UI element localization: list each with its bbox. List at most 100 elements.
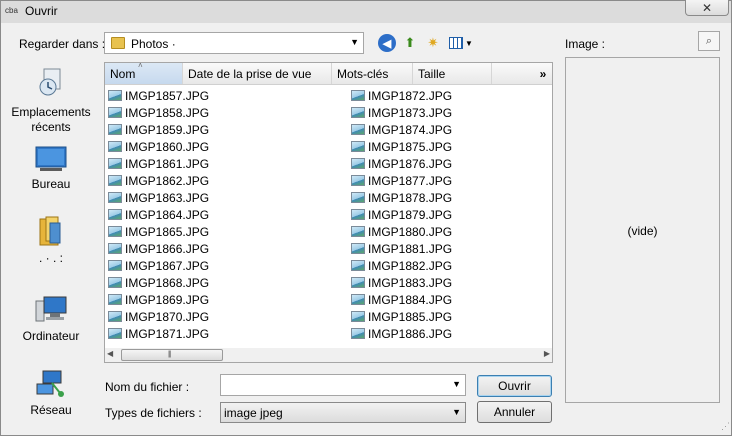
file-name: IMGP1858.JPG [125, 105, 210, 120]
cancel-button[interactable]: Annuler [477, 401, 552, 423]
image-file-icon [351, 328, 365, 339]
file-item[interactable]: IMGP1873.JPG [351, 104, 452, 121]
image-file-icon [351, 90, 365, 101]
scroll-left-icon[interactable]: ◀ [107, 349, 113, 358]
file-item[interactable]: IMGP1881.JPG [351, 240, 452, 257]
file-item[interactable]: IMGP1886.JPG [351, 325, 452, 342]
file-item[interactable]: IMGP1878.JPG [351, 189, 452, 206]
back-arrow-icon: ◀ [382, 37, 392, 50]
resize-grip-icon[interactable]: ⋰ [721, 421, 730, 432]
close-icon: ✕ [701, 0, 713, 15]
file-item[interactable]: IMGP1870.JPG [108, 308, 209, 325]
up-folder-icon: ⬆ [404, 35, 416, 50]
image-file-icon [108, 226, 122, 237]
file-item[interactable]: IMGP1868.JPG [108, 274, 209, 291]
file-item[interactable]: IMGP1877.JPG [351, 172, 452, 189]
file-item[interactable]: IMGP1858.JPG [108, 104, 209, 121]
file-name: IMGP1875.JPG [368, 139, 453, 154]
filetype-select[interactable]: image jpeg ▼ [220, 402, 466, 423]
image-file-icon [351, 124, 365, 135]
scrollbar-thumb[interactable]: ||| [121, 349, 223, 361]
file-item[interactable]: IMGP1871.JPG [108, 325, 209, 342]
grip-icon: ||| [168, 351, 172, 358]
column-label: Nom [110, 67, 136, 81]
column-header: ˄ Nom Date de la prise de vue Mots-clés T… [105, 61, 553, 85]
file-item[interactable]: IMGP1864.JPG [108, 206, 209, 223]
file-item[interactable]: IMGP1867.JPG [108, 257, 209, 274]
image-file-icon [351, 209, 365, 220]
file-name: IMGP1871.JPG [125, 326, 210, 341]
file-item[interactable]: IMGP1884.JPG [351, 291, 452, 308]
file-item[interactable]: IMGP1857.JPG [108, 87, 209, 104]
file-name: IMGP1857.JPG [125, 88, 210, 103]
close-button[interactable]: ✕ [685, 0, 729, 16]
back-button[interactable]: ◀ [378, 34, 396, 52]
folder-icon [111, 37, 125, 49]
horizontal-scrollbar[interactable]: ◀ ||| ▶ [105, 348, 552, 362]
look-in-combo[interactable]: Photos · ▼ [104, 32, 364, 54]
new-folder-button[interactable]: ✷ [424, 34, 442, 52]
file-name: IMGP1878.JPG [368, 190, 453, 205]
place-recent[interactable]: Emplacements récents [1, 65, 101, 135]
file-item[interactable]: IMGP1865.JPG [108, 223, 209, 240]
file-name: IMGP1872.JPG [368, 88, 453, 103]
app-icon: cba [5, 6, 18, 15]
file-item[interactable]: IMGP1866.JPG [108, 240, 209, 257]
file-name: IMGP1863.JPG [125, 190, 210, 205]
chevron-down-icon: ▼ [465, 38, 473, 48]
file-item[interactable]: IMGP1861.JPG [108, 155, 209, 172]
column-date-taken[interactable]: Date de la prise de vue [183, 63, 332, 84]
more-columns-button[interactable]: » [533, 63, 553, 84]
place-network[interactable]: Réseau [1, 369, 101, 418]
view-menu-button[interactable]: ▼ [448, 34, 474, 52]
filename-input[interactable]: ▼ [220, 374, 466, 396]
file-name: IMGP1865.JPG [125, 224, 210, 239]
scroll-right-icon[interactable]: ▶ [544, 349, 550, 358]
filename-label: Nom du fichier : [105, 380, 190, 394]
preview-pane: (vide) [565, 57, 720, 403]
open-button[interactable]: Ouvrir [477, 375, 552, 397]
file-item[interactable]: IMGP1882.JPG [351, 257, 452, 274]
file-item[interactable]: IMGP1880.JPG [351, 223, 452, 240]
file-item[interactable]: IMGP1885.JPG [351, 308, 452, 325]
image-file-icon [108, 90, 122, 101]
place-desktop[interactable]: Bureau [1, 145, 101, 192]
file-item[interactable]: IMGP1875.JPG [351, 138, 452, 155]
column-name[interactable]: ˄ Nom [105, 61, 183, 84]
place-libraries[interactable]: . · . : [1, 215, 101, 266]
file-item[interactable]: IMGP1860.JPG [108, 138, 209, 155]
up-folder-button[interactable]: ⬆ [401, 34, 419, 52]
file-item[interactable]: IMGP1879.JPG [351, 206, 452, 223]
file-name: IMGP1866.JPG [125, 241, 210, 256]
column-tags[interactable]: Mots-clés [332, 63, 413, 84]
file-name: IMGP1885.JPG [368, 309, 453, 324]
file-name: IMGP1873.JPG [368, 105, 453, 120]
look-in-value: Photos · [131, 37, 176, 51]
image-file-icon [351, 226, 365, 237]
file-item[interactable]: IMGP1874.JPG [351, 121, 452, 138]
file-item[interactable]: IMGP1859.JPG [108, 121, 209, 138]
chevron-down-icon[interactable]: ▼ [452, 379, 461, 389]
place-computer[interactable]: Ordinateur [1, 295, 101, 344]
file-item[interactable]: IMGP1862.JPG [108, 172, 209, 189]
dialog-title: Ouvrir [25, 4, 58, 18]
look-in-label: Regarder dans : [19, 37, 106, 51]
file-name: IMGP1883.JPG [368, 275, 453, 290]
file-item[interactable]: IMGP1863.JPG [108, 189, 209, 206]
column-label: Date de la prise de vue [188, 67, 312, 81]
image-file-icon [108, 277, 122, 288]
preview-toggle-button[interactable]: ⌕ [698, 31, 720, 51]
sort-ascending-icon: ˄ [138, 61, 143, 70]
file-item[interactable]: IMGP1869.JPG [108, 291, 209, 308]
more-columns-icon: » [539, 67, 547, 81]
file-item[interactable]: IMGP1883.JPG [351, 274, 452, 291]
file-name: IMGP1884.JPG [368, 292, 453, 307]
file-name: IMGP1864.JPG [125, 207, 210, 222]
column-size[interactable]: Taille [413, 63, 492, 84]
file-item[interactable]: IMGP1872.JPG [351, 87, 452, 104]
file-name: IMGP1859.JPG [125, 122, 210, 137]
file-list[interactable]: ˄ Nom Date de la prise de vue Mots-clés T… [104, 61, 553, 363]
image-file-icon [351, 107, 365, 118]
file-item[interactable]: IMGP1876.JPG [351, 155, 452, 172]
file-name: IMGP1882.JPG [368, 258, 453, 273]
